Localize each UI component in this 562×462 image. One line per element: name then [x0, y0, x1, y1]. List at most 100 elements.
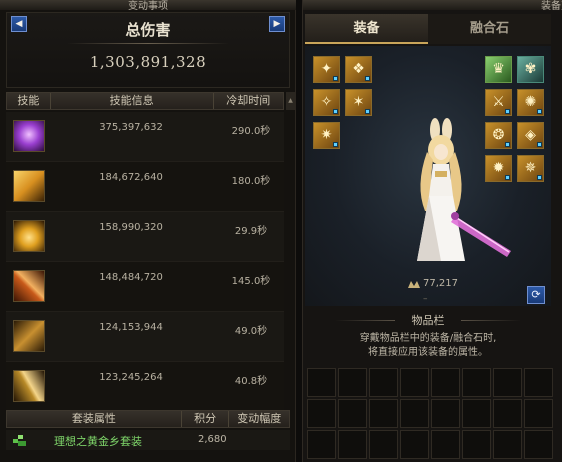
skill-cooldown: 145.0秒 [231, 276, 271, 287]
inventory-slot[interactable] [431, 430, 460, 459]
inventory-slot[interactable] [400, 399, 429, 428]
column-header-change[interactable]: 变动幅度 [229, 411, 289, 427]
fusion-stone-icon [333, 76, 338, 81]
panel-header: 装备变 [303, 0, 562, 12]
skill-cooldown: 29.9秒 [234, 226, 268, 237]
inventory-slot[interactable] [431, 399, 460, 428]
panel-header-title: 变动事项 [128, 1, 168, 12]
divider [461, 320, 521, 321]
divider [67, 43, 229, 44]
equipment-slot[interactable]: ✺ [517, 89, 544, 116]
inventory-slot[interactable] [307, 430, 336, 459]
inventory-slot[interactable] [400, 368, 429, 397]
inventory-slot[interactable] [369, 399, 398, 428]
inventory-slot[interactable] [338, 368, 367, 397]
skill-table-header: 技能 技能信息 冷却时间 [6, 92, 284, 110]
skill-list[interactable]: 375,397,632 290.0秒 184,672,640 180.0秒 15… [6, 112, 284, 412]
character-avatar [417, 118, 511, 261]
set-row[interactable]: 理想之黄金乡套装 2,680 [6, 430, 290, 450]
inventory-slot[interactable] [493, 399, 522, 428]
burst-hand-icon [13, 220, 45, 252]
table-row[interactable]: 375,397,632 290.0秒 [6, 112, 284, 162]
equipment-slot[interactable]: ✦ [313, 56, 340, 83]
equipment-slot[interactable]: ⚔ [485, 89, 512, 116]
combat-power: 77,217 [423, 278, 458, 289]
equipment-slot[interactable]: ♛ [485, 56, 512, 83]
fusion-stone-icon [365, 109, 370, 114]
total-damage-value: 1,303,891,328 [89, 53, 207, 71]
skill-cooldown: 40.8秒 [234, 376, 268, 387]
inventory-slot[interactable] [524, 368, 553, 397]
table-row[interactable]: 184,672,640 180.0秒 [6, 162, 284, 212]
skill-cooldown: 290.0秒 [231, 126, 271, 137]
equipment-slot[interactable]: ✾ [517, 56, 544, 83]
equipment-slot[interactable]: ❖ [345, 56, 372, 83]
inventory-slot[interactable] [307, 399, 336, 428]
equipment-slot[interactable]: ✵ [517, 155, 544, 182]
skill-damage: 375,397,632 [99, 122, 163, 133]
inventory-description: 穿戴物品栏中的装备/融合石时, 将直接应用该装备的属性。 [305, 332, 551, 360]
inventory-description-line: 穿戴物品栏中的装备/融合石时, [359, 333, 497, 344]
inventory-slot[interactable] [524, 430, 553, 459]
inventory-header: 物品栏 [305, 312, 551, 327]
inventory-slot[interactable] [338, 430, 367, 459]
column-header-cooldown[interactable]: 冷却时间 [214, 93, 284, 109]
equipment-slot[interactable]: ✶ [345, 89, 372, 116]
inventory-slot[interactable] [462, 430, 491, 459]
inventory-slot[interactable] [493, 430, 522, 459]
inventory-slot[interactable] [493, 368, 522, 397]
equipment-slot[interactable]: ◈ [517, 122, 544, 149]
column-header-set-attribute[interactable]: 套装属性 [7, 411, 182, 427]
skill-damage: 148,484,720 [99, 272, 163, 283]
column-header-skill-info[interactable]: 技能信息 [51, 93, 214, 109]
skill-damage: 184,672,640 [99, 172, 163, 183]
inventory-slot[interactable] [307, 368, 336, 397]
inventory-slot[interactable] [462, 399, 491, 428]
inventory-slot[interactable] [338, 399, 367, 428]
set-score: 2,680 [198, 434, 227, 445]
equipment-slot[interactable]: ✧ [313, 89, 340, 116]
tab-equipment[interactable]: 装备 [305, 14, 428, 44]
pet-icon: ✾ [524, 61, 537, 77]
total-damage-summary: ◀ ▶ 总伤害 1,303,891,328 [6, 12, 290, 88]
skill-damage: 124,153,944 [99, 322, 163, 333]
panel-header-title: 装备变 [541, 1, 562, 12]
skill-cooldown: 49.0秒 [234, 326, 268, 337]
skill-cooldown: 180.0秒 [231, 176, 271, 187]
lightning-blade-icon [13, 370, 45, 402]
fusion-stone-icon [537, 109, 542, 114]
golden-wings-icon [13, 170, 45, 202]
column-header-skill[interactable]: 技能 [7, 93, 51, 109]
inventory-slot[interactable] [462, 368, 491, 397]
inventory-slot[interactable] [369, 430, 398, 459]
tab-fusion-stone[interactable]: 融合石 [428, 14, 551, 44]
column-header-score[interactable]: 积分 [182, 411, 230, 427]
set-bonus-icon [13, 435, 26, 446]
character-equipment-view: ✦ ❖ ✧ ✶ ✷ ♛ ✾ ⚔ ✺ ❂ ◈ ✹ ✵ 77,217 – ⟳ [305, 46, 551, 306]
fusion-stone-icon [365, 76, 370, 81]
table-row[interactable]: 158,990,320 29.9秒 [6, 212, 284, 262]
equipment-slot[interactable]: ✷ [313, 122, 340, 149]
inventory-slot[interactable] [400, 430, 429, 459]
inventory-slot[interactable] [524, 399, 553, 428]
skill-damage: 158,990,320 [99, 222, 163, 233]
scrollbar[interactable]: ▲ [286, 92, 295, 110]
fusion-stone-icon [333, 142, 338, 147]
inventory-slot[interactable] [369, 368, 398, 397]
inventory-slot[interactable] [431, 368, 460, 397]
equipment-panel: 装备变 装备 融合石 ✦ ❖ ✧ ✶ ✷ ♛ ✾ ⚔ ✺ ❂ ◈ ✹ ✵ [302, 0, 562, 462]
table-row[interactable]: 123,245,264 40.8秒 [6, 362, 284, 412]
inventory-grid [305, 366, 557, 462]
sword-strike-icon [13, 320, 45, 352]
inventory-description-line: 将直接应用该装备的属性。 [368, 347, 488, 358]
power-change: – [423, 294, 428, 304]
refresh-icon[interactable]: ⟳ [527, 286, 545, 304]
purple-spirit-icon [13, 120, 45, 152]
table-row[interactable]: 148,484,720 145.0秒 [6, 262, 284, 312]
set-name: 理想之黄金乡套装 [54, 435, 142, 448]
title-icon: ♛ [492, 61, 505, 77]
fusion-stone-icon [333, 109, 338, 114]
table-row[interactable]: 124,153,944 49.0秒 [6, 312, 284, 362]
panel-header: 变动事项 [0, 0, 296, 12]
damage-change-panel: 变动事项 ◀ ▶ 总伤害 1,303,891,328 技能 技能信息 冷却时间 … [0, 0, 296, 462]
